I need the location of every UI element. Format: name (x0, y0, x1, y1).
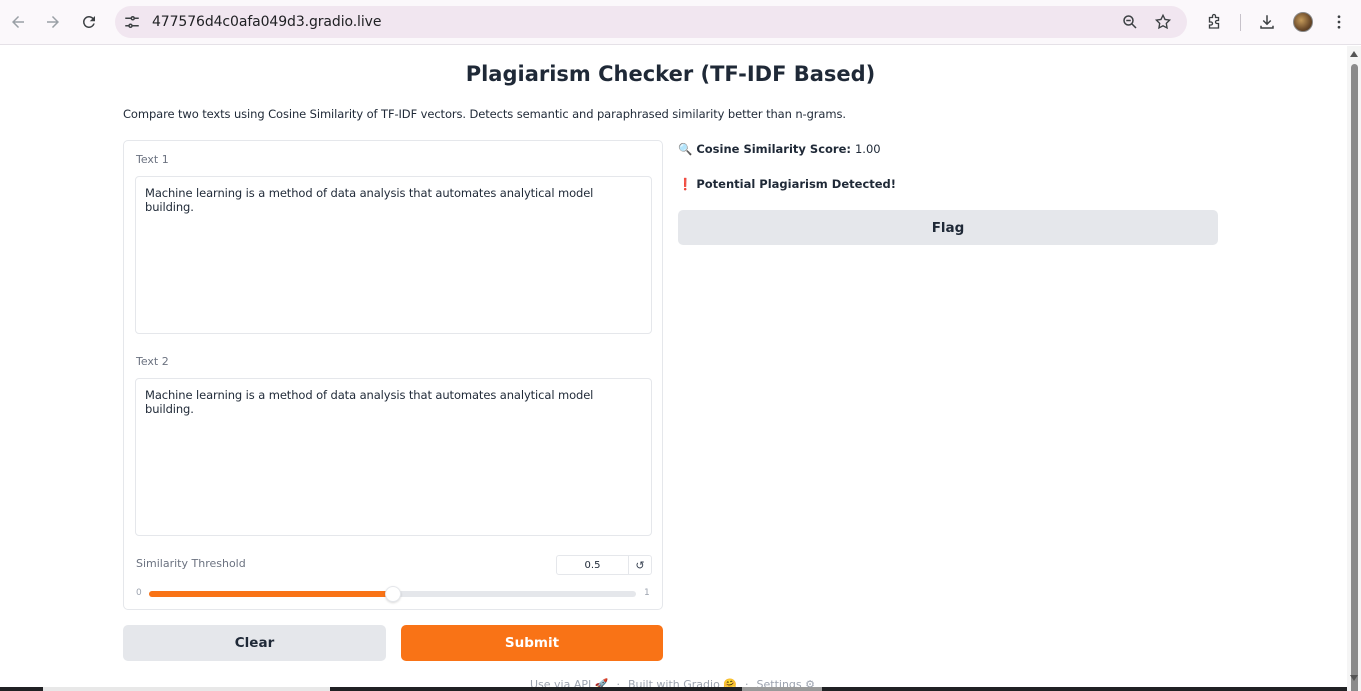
threshold-number-input[interactable]: 0.5 ↺ (556, 555, 652, 575)
browser-toolbar: 477576d4c0afa049d3.gradio.live (0, 0, 1361, 45)
more-vertical-icon (1337, 15, 1341, 29)
reset-icon[interactable]: ↺ (629, 556, 651, 574)
zoom-icon[interactable] (1121, 13, 1139, 31)
taskbar-item-2 (742, 687, 822, 691)
site-info-icon[interactable] (123, 13, 141, 31)
reload-icon (82, 15, 95, 28)
score-label: Cosine Similarity Score: (696, 142, 851, 156)
page-description: Compare two texts using Cosine Similarit… (123, 107, 846, 121)
submit-button[interactable]: Submit (401, 625, 663, 661)
scroll-up-icon[interactable] (1350, 51, 1358, 57)
downloads-button[interactable] (1255, 10, 1279, 34)
text2-label: Text 2 (136, 355, 169, 368)
download-icon (1260, 15, 1274, 29)
magnifier-icon: 🔍 (678, 142, 693, 156)
threshold-value[interactable]: 0.5 (557, 556, 629, 574)
slider-thumb[interactable] (384, 586, 401, 602)
url-text[interactable]: 477576d4c0afa049d3.gradio.live (152, 14, 381, 30)
text1-textarea[interactable]: Machine learning is a method of data ana… (135, 176, 652, 334)
toolbar-divider (1240, 14, 1241, 31)
bookmark-star-icon[interactable] (1154, 13, 1172, 31)
slider-fill (149, 591, 393, 597)
flag-button[interactable]: Flag (678, 210, 1218, 245)
clear-button[interactable]: Clear (123, 625, 386, 661)
arrow-left-icon (12, 16, 24, 28)
scroll-thumb[interactable] (1351, 64, 1358, 691)
verdict-line: ❗ Potential Plagiarism Detected! (678, 177, 896, 191)
text2-textarea[interactable]: Machine learning is a method of data ana… (135, 378, 652, 536)
reload-button[interactable] (77, 10, 101, 34)
page-title: Plagiarism Checker (TF-IDF Based) (465, 62, 876, 86)
back-button[interactable] (6, 10, 30, 34)
score-line: 🔍 Cosine Similarity Score: 1.00 (678, 142, 881, 156)
address-bar[interactable]: 477576d4c0afa049d3.gradio.live (115, 6, 1187, 38)
puzzle-icon (1208, 13, 1220, 29)
text1-label: Text 1 (136, 153, 169, 166)
input-panel: Text 1 Machine learning is a method of d… (123, 140, 663, 610)
scroll-down-icon[interactable] (1350, 675, 1358, 681)
exclamation-icon: ❗ (678, 177, 693, 191)
profile-avatar[interactable] (1293, 12, 1313, 32)
score-value: 1.00 (854, 142, 881, 156)
verdict-text: Potential Plagiarism Detected! (696, 177, 897, 191)
arrow-right-icon (47, 16, 59, 28)
extensions-button[interactable] (1202, 10, 1226, 34)
taskbar-item (43, 687, 330, 691)
slider-max-label: 1 (644, 588, 650, 598)
slider-min-label: 0 (136, 588, 142, 598)
browser-menu-button[interactable] (1327, 10, 1351, 34)
forward-button[interactable] (41, 10, 65, 34)
threshold-label: Similarity Threshold (136, 557, 246, 570)
page-scrollbar[interactable] (1347, 46, 1361, 691)
threshold-slider[interactable] (149, 586, 636, 602)
